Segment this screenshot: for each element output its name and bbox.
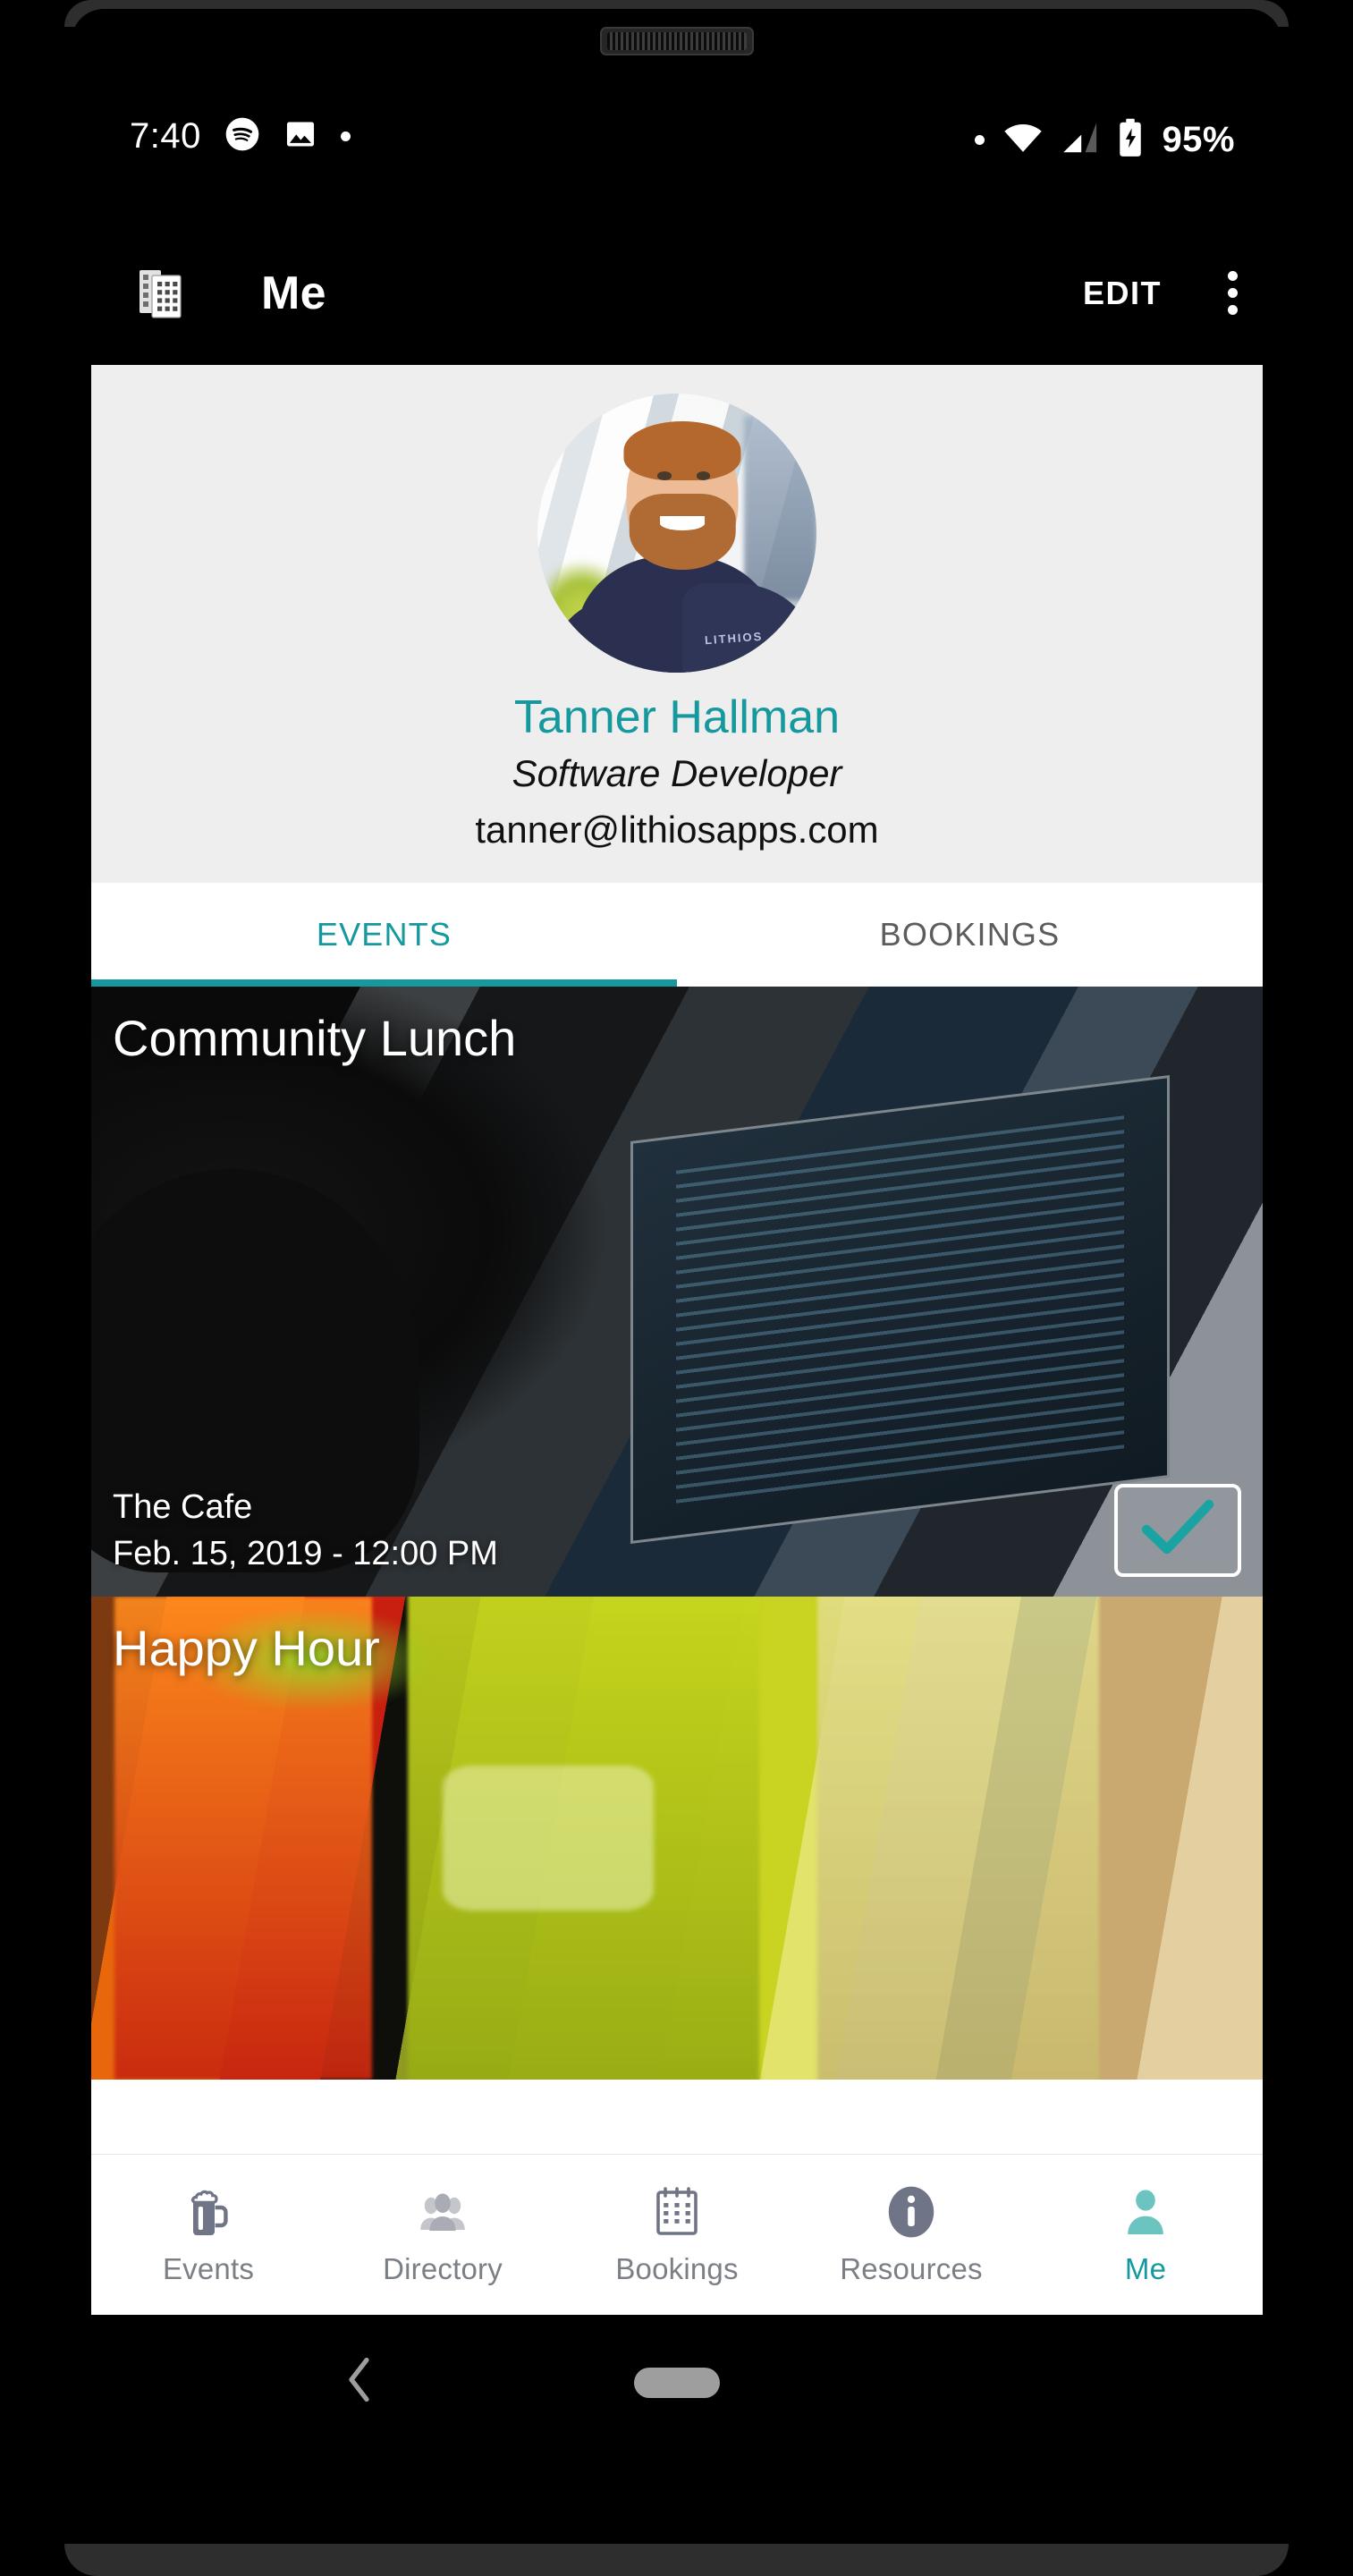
cell-signal-icon — [1061, 120, 1099, 160]
tab-events[interactable]: EVENTS — [91, 883, 677, 987]
nav-label: Bookings — [615, 2251, 739, 2285]
battery-charging-icon — [1117, 118, 1144, 162]
nav-label: Events — [162, 2251, 255, 2285]
event-image-ice — [443, 1765, 654, 1911]
page-title: Me — [261, 267, 326, 319]
phone-device: 7:40 95% Me EDIT LITHIOS Tanner Hallman … — [0, 0, 1353, 2576]
avatar-smile — [660, 516, 706, 530]
nav-label: Resources — [840, 2251, 983, 2285]
avatar-eye-left — [657, 471, 672, 480]
home-pill-icon[interactable] — [634, 2368, 720, 2398]
calendar-icon — [654, 2184, 700, 2240]
battery-percentage: 95% — [1162, 120, 1235, 159]
earpiece-speaker — [599, 27, 754, 55]
android-navigation-bar — [91, 2315, 1263, 2449]
dot-indicator-icon — [975, 135, 985, 145]
event-footer: The Cafe Feb. 15, 2019 - 12:00 PM — [91, 1483, 1263, 1597]
event-datetime: Feb. 15, 2019 - 12:00 PM — [113, 1534, 498, 1572]
screen-content: LITHIOS Tanner Hallman Software Develope… — [91, 365, 1263, 2315]
event-title: Happy Hour — [113, 1619, 380, 1676]
app-bar: Me EDIT — [0, 242, 1353, 344]
beer-mug-icon — [183, 2184, 233, 2240]
image-icon — [283, 117, 317, 156]
person-icon — [1121, 2184, 1170, 2240]
wifi-icon — [1002, 120, 1044, 160]
nav-item-directory[interactable]: Directory — [326, 2184, 560, 2286]
nav-item-me[interactable]: Me — [1028, 2184, 1263, 2286]
event-card-community-lunch[interactable]: Community Lunch The Cafe Feb. 15, 2019 -… — [91, 986, 1263, 1597]
event-location: The Cafe — [113, 1488, 253, 1527]
dot-indicator-icon — [340, 131, 351, 141]
avatar[interactable]: LITHIOS — [537, 394, 816, 673]
overflow-dot — [1227, 271, 1238, 281]
avatar-beard — [629, 494, 736, 570]
chevron-left-icon[interactable] — [342, 2355, 379, 2410]
spotify-icon — [224, 116, 260, 157]
people-icon — [418, 2184, 468, 2240]
overflow-dot — [1227, 288, 1238, 298]
profile-email: tanner@lithiosapps.com — [475, 808, 879, 851]
nav-item-bookings[interactable]: Bookings — [560, 2184, 794, 2286]
event-card-happy-hour[interactable]: Happy Hour — [91, 1596, 1263, 2080]
nav-item-events[interactable]: Events — [91, 2184, 326, 2286]
event-image-laptop-screen — [630, 1075, 1170, 1545]
avatar-hair — [623, 421, 741, 480]
profile-role: Software Developer — [512, 752, 842, 794]
nav-label: Me — [1124, 2251, 1167, 2285]
profile-card: LITHIOS Tanner Hallman Software Develope… — [91, 365, 1263, 883]
status-bar-right: 95% — [975, 118, 1235, 162]
edit-button[interactable]: EDIT — [1070, 266, 1174, 321]
event-meta: The Cafe Feb. 15, 2019 - 12:00 PM — [113, 1485, 498, 1577]
overflow-dot — [1227, 305, 1238, 315]
nav-label: Directory — [383, 2251, 503, 2285]
bottom-navigation: Events Directory Bookings Resources Me — [91, 2154, 1263, 2315]
tab-bar: EVENTS BOOKINGS — [91, 882, 1263, 987]
profile-name: Tanner Hallman — [513, 691, 841, 743]
avatar-building — [743, 415, 816, 600]
tab-bookings[interactable]: BOOKINGS — [677, 883, 1263, 987]
event-image-code-lines — [675, 1115, 1124, 1504]
status-bar-clock: 7:40 — [130, 116, 201, 156]
more-vertical-icon[interactable] — [1201, 262, 1264, 325]
check-icon — [1141, 1498, 1214, 1562]
rsvp-attending-button[interactable] — [1114, 1483, 1241, 1577]
avatar-eye-right — [696, 471, 711, 480]
earpiece-grille — [606, 32, 747, 50]
device-bezel-bottom — [64, 2544, 1289, 2576]
info-circle-icon — [885, 2184, 937, 2240]
status-bar-left: 7:40 — [130, 116, 351, 157]
nav-item-resources[interactable]: Resources — [794, 2184, 1028, 2286]
office-buildings-icon[interactable] — [136, 267, 190, 320]
event-title: Community Lunch — [113, 1009, 517, 1066]
